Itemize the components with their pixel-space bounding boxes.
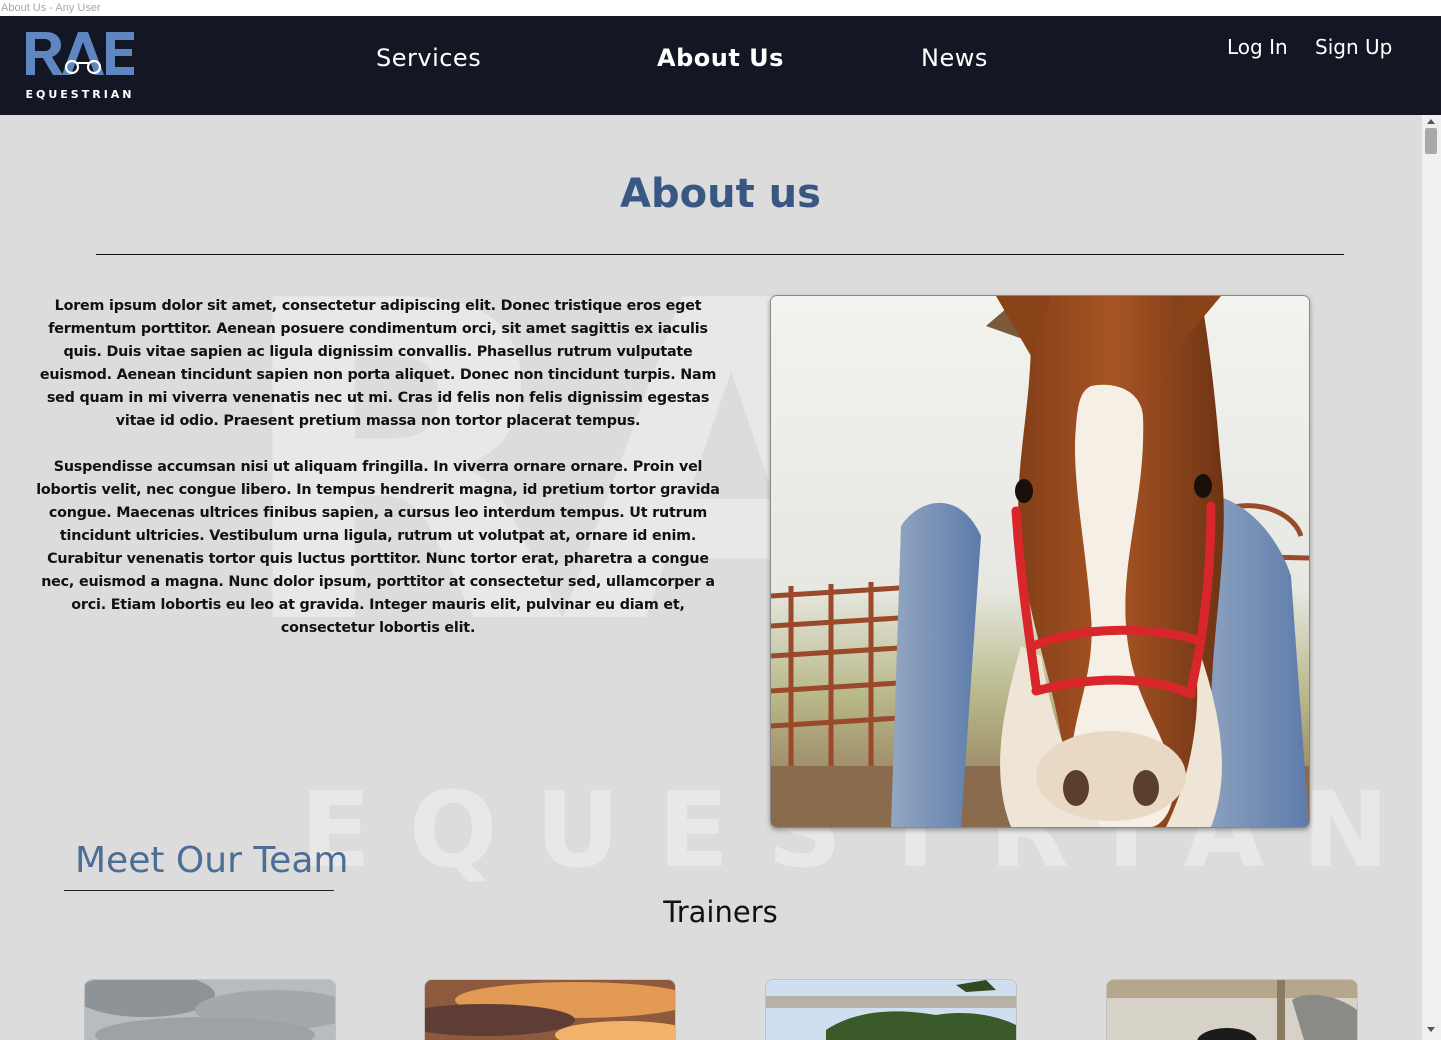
signup-link[interactable]: Sign Up — [1315, 35, 1392, 59]
page-title: About us — [620, 171, 821, 217]
nav-services[interactable]: Services — [376, 44, 481, 72]
trainer-photo-2 — [425, 980, 675, 1040]
login-link[interactable]: Log In — [1227, 35, 1288, 59]
scroll-up-icon[interactable] — [1427, 119, 1435, 124]
nav-news[interactable]: News — [921, 44, 988, 72]
vertical-scrollbar[interactable] — [1422, 115, 1441, 1040]
main-content: RAE EQUESTRIAN About us Lorem ipsum dolo… — [0, 115, 1422, 1040]
trainer-card-4[interactable] — [1106, 979, 1358, 1040]
trainer-photo-1 — [85, 980, 335, 1040]
meet-team-heading: Meet Our Team — [75, 840, 349, 881]
horse-image-illustration — [771, 296, 1309, 827]
trainer-card-2[interactable] — [424, 979, 676, 1040]
trainer-card-3[interactable] — [765, 979, 1017, 1040]
trainer-photo-4 — [1107, 980, 1357, 1040]
scrollbar-thumb[interactable] — [1425, 128, 1437, 154]
nav-about-us[interactable]: About Us — [657, 44, 784, 72]
title-divider — [96, 254, 1344, 255]
rae-equestrian-logo[interactable]: EQUESTRIAN — [22, 28, 140, 106]
about-text: Lorem ipsum dolor sit amet, consectetur … — [36, 295, 720, 663]
trainer-photo-3 — [766, 980, 1016, 1040]
horse-photo — [770, 295, 1310, 828]
about-paragraph-1: Lorem ipsum dolor sit amet, consectetur … — [39, 298, 717, 429]
trainer-card-1[interactable] — [84, 979, 336, 1040]
trainers-heading: Trainers — [663, 895, 778, 929]
about-paragraph-2: Suspendisse accumsan nisi ut aliquam fri… — [36, 459, 720, 636]
logo-mark-icon — [26, 32, 134, 75]
window-title: About Us - Any User — [0, 0, 1441, 16]
top-navbar: EQUESTRIAN Services About Us News Log In… — [0, 16, 1441, 115]
logo-subtitle: EQUESTRIAN — [25, 88, 135, 101]
team-divider — [64, 890, 334, 891]
scroll-down-icon[interactable] — [1427, 1027, 1435, 1032]
